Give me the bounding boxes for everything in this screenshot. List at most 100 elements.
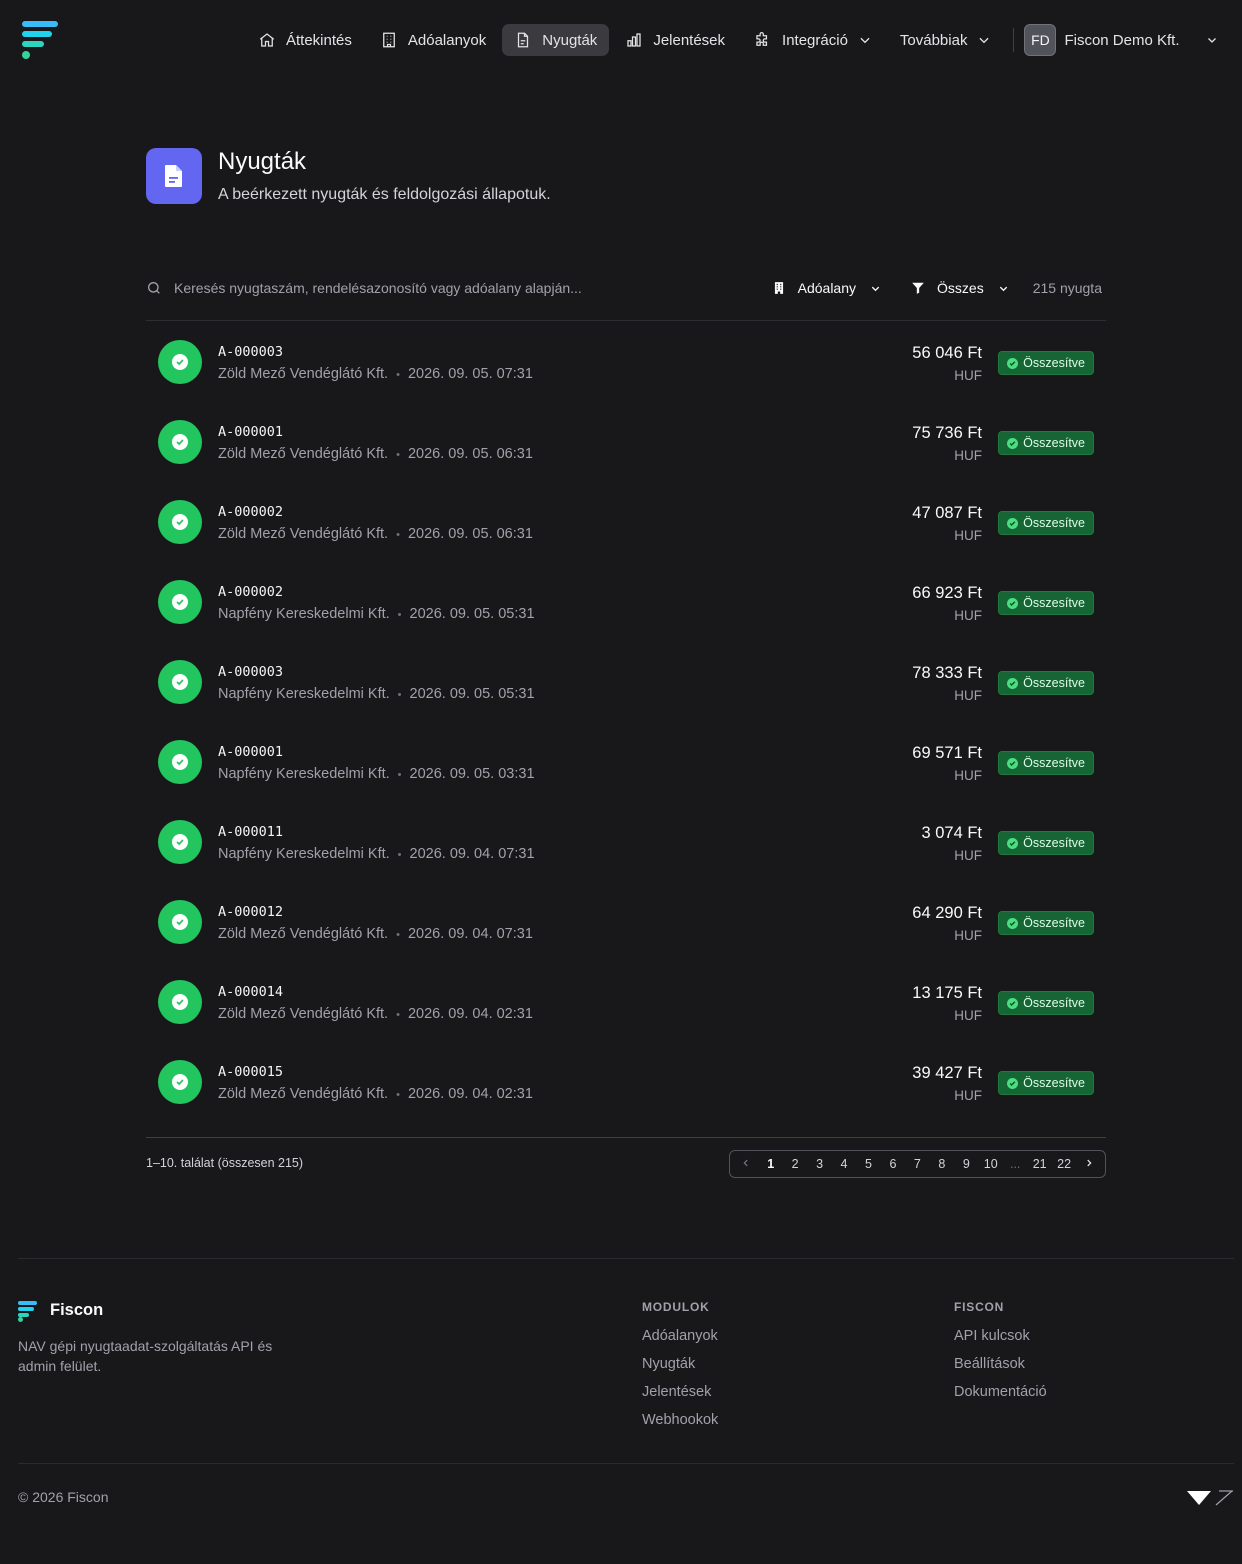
next-page-icon[interactable] <box>1082 1157 1096 1171</box>
nav-item-jelentesek[interactable]: Jelentések <box>613 24 737 56</box>
page-button[interactable]: 9 <box>959 1157 973 1171</box>
footer-fiscon-column: FISCON API kulcsok Beállítások Dokumentá… <box>954 1300 1047 1412</box>
status-badge-label: Összesítve <box>1023 1076 1085 1090</box>
receipt-date: 2026. 09. 04. 02:31 <box>407 1006 533 1022</box>
receipt-amount: 64 290 Ft <box>912 904 982 922</box>
check-circle-icon <box>1007 597 1019 609</box>
vercel-logo-icon[interactable] <box>1186 1490 1234 1506</box>
receipt-currency: HUF <box>954 1008 982 1023</box>
receipt-date: 2026. 09. 05. 06:31 <box>407 526 533 542</box>
page-button[interactable]: 10 <box>984 1157 998 1171</box>
receipt-entity: Napfény Kereskedelmi Kft. <box>218 686 390 702</box>
receipt-entity: Napfény Kereskedelmi Kft. <box>218 846 390 862</box>
status-badge-label: Összesítve <box>1023 916 1085 930</box>
table-row[interactable]: A-000001 Zöld Mező Vendéglátó Kft. • 2026.… <box>146 403 1106 483</box>
receipt-amount: 13 175 Ft <box>912 984 982 1002</box>
organization-name: Fiscon Demo Kft. <box>1064 31 1180 49</box>
page-button[interactable]: 6 <box>886 1157 900 1171</box>
nav-item-tovabbiak[interactable]: Továbbiak <box>888 24 1004 56</box>
receipt-number: A-000001 <box>218 744 284 760</box>
footer-link[interactable]: Jelentések <box>642 1384 718 1412</box>
check-circle-icon <box>1007 997 1019 1009</box>
nav-item-label: Adóalanyok <box>407 31 487 49</box>
page-button[interactable]: 3 <box>813 1157 827 1171</box>
nav-item-adoalanyok[interactable]: Adóalanyok <box>368 24 498 56</box>
status-badge-label: Összesítve <box>1023 436 1085 450</box>
receipt-entity: Napfény Kereskedelmi Kft. <box>218 606 390 622</box>
nav-item-label: Továbbiak <box>899 31 968 49</box>
status-check-icon <box>158 340 202 384</box>
organization-switcher[interactable]: FD Fiscon Demo Kft. <box>1024 24 1217 56</box>
receipt-amount: 69 571 Ft <box>912 744 982 762</box>
table-row[interactable]: A-000011 Napfény Kereskedelmi Kft. • 2026.… <box>146 803 1106 883</box>
table-row[interactable]: A-000015 Zöld Mező Vendéglátó Kft. • 2026.… <box>146 1043 1106 1123</box>
footer-link[interactable]: API kulcsok <box>954 1328 1047 1356</box>
receipt-meta: Napfény Kereskedelmi Kft. • 2026. 09. 05. … <box>218 686 535 702</box>
page-button[interactable]: 8 <box>935 1157 949 1171</box>
table-row[interactable]: A-000012 Zöld Mező Vendéglátó Kft. • 2026.… <box>146 883 1106 963</box>
footer-link[interactable]: Webhookok <box>642 1412 718 1440</box>
search-input[interactable] <box>174 280 734 296</box>
search-icon <box>148 282 160 294</box>
page-button[interactable]: 4 <box>837 1157 851 1171</box>
receipt-date: 2026. 09. 05. 05:31 <box>409 606 535 622</box>
check-circle-icon <box>1007 677 1019 689</box>
status-badge-label: Összesítve <box>1023 756 1085 770</box>
fiscon-logo-icon[interactable] <box>22 20 60 60</box>
copyright: © 2026 Fiscon <box>18 1489 109 1505</box>
receipt-date: 2026. 09. 05. 03:31 <box>409 766 535 782</box>
page-button[interactable]: 2 <box>788 1157 802 1171</box>
receipt-amount: 75 736 Ft <box>912 424 982 442</box>
status-badge: Összesítve <box>998 1071 1094 1095</box>
status-badge-label: Összesítve <box>1023 356 1085 370</box>
entity-filter-dropdown[interactable]: Adóalany <box>772 280 881 296</box>
receipt-entity: Zöld Mező Vendéglátó Kft. <box>218 1006 389 1022</box>
receipt-meta: Napfény Kereskedelmi Kft. • 2026. 09. 05. … <box>218 606 535 622</box>
nav-item-attekintes[interactable]: Áttekintés <box>246 24 364 56</box>
table-row[interactable]: A-000014 Zöld Mező Vendéglátó Kft. • 2026.… <box>146 963 1106 1043</box>
table-row[interactable]: A-000003 Napfény Kereskedelmi Kft. • 2026.… <box>146 643 1106 723</box>
receipt-meta: Zöld Mező Vendéglátó Kft. • 2026. 09. 04. … <box>218 1086 533 1102</box>
footer-link[interactable]: Nyugták <box>642 1356 718 1384</box>
page-header: Nyugták A beérkezett nyugták és feldolgo… <box>146 148 551 204</box>
receipt-currency: HUF <box>954 368 982 383</box>
check-circle-icon <box>1007 1077 1019 1089</box>
list-toolbar: Adóalany Összes 215 nyugta <box>146 270 1106 306</box>
pagination: 1 2 3 4 5 6 7 8 9 10 ... 21 22 <box>729 1150 1106 1178</box>
receipt-count: 215 nyugta <box>1032 280 1102 296</box>
prev-page-icon[interactable] <box>739 1157 753 1171</box>
receipt-number: A-000015 <box>218 1064 284 1080</box>
nav-item-integracio[interactable]: Integráció <box>741 24 884 56</box>
page-button[interactable]: 21 <box>1033 1157 1047 1171</box>
receipt-number: A-000003 <box>218 664 284 680</box>
status-check-icon <box>158 820 202 864</box>
chevron-down-icon <box>1207 38 1216 43</box>
check-circle-icon <box>1007 357 1019 369</box>
receipt-currency: HUF <box>954 528 982 543</box>
receipt-meta: Zöld Mező Vendéglátó Kft. • 2026. 09. 05. … <box>218 526 533 542</box>
fiscon-logo-icon <box>18 1300 38 1322</box>
page-button[interactable]: 1 <box>764 1157 778 1171</box>
status-check-icon <box>158 660 202 704</box>
table-row[interactable]: A-000001 Napfény Kereskedelmi Kft. • 2026.… <box>146 723 1106 803</box>
footer-bottom-divider <box>18 1463 1234 1464</box>
page-button[interactable]: 22 <box>1057 1157 1071 1171</box>
footer-brand-name: Fiscon <box>50 1300 104 1319</box>
nav-item-nyugtak[interactable]: Nyugták <box>502 24 610 56</box>
page-button[interactable]: 5 <box>861 1157 875 1171</box>
search-box <box>146 280 772 296</box>
page-button[interactable]: 7 <box>910 1157 924 1171</box>
table-row[interactable]: A-000003 Zöld Mező Vendéglátó Kft. • 2026.… <box>146 323 1106 403</box>
list-bottom-divider <box>146 1137 1106 1138</box>
footer-link[interactable]: Dokumentáció <box>954 1384 1047 1412</box>
status-check-icon <box>158 500 202 544</box>
footer-link[interactable]: Adóalanyok <box>642 1328 718 1356</box>
list-top-divider <box>146 320 1106 321</box>
entity-filter-label: Adóalany <box>797 280 857 296</box>
receipt-number: A-000001 <box>218 424 284 440</box>
footer-heading: FISCON <box>954 1300 1005 1314</box>
footer-link[interactable]: Beállítások <box>954 1356 1047 1384</box>
table-row[interactable]: A-000002 Napfény Kereskedelmi Kft. • 2026.… <box>146 563 1106 643</box>
table-row[interactable]: A-000002 Zöld Mező Vendéglátó Kft. • 2026.… <box>146 483 1106 563</box>
status-filter-dropdown[interactable]: Összes <box>911 280 1009 296</box>
